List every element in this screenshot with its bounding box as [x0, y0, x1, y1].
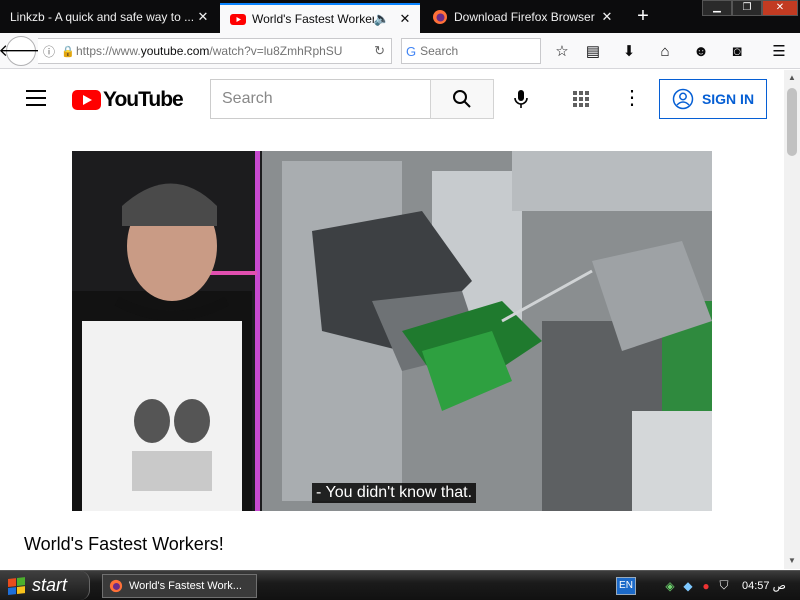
taskbar-window-label: World's Fastest Work...	[129, 580, 242, 592]
navigation-toolbar: 🡐 ⓘ 🔒 https://www.youtube.com/watch?v=lu…	[0, 33, 800, 69]
logo-text: YouTube	[103, 88, 184, 111]
search-input[interactable]: Search	[210, 79, 431, 119]
clock[interactable]: 04:57 ص	[742, 579, 786, 592]
system-tray: EN ◈ ◆ ● ⛉ 04:57 ص	[614, 571, 800, 600]
taskbar-window-button[interactable]: World's Fastest Work...	[102, 574, 257, 598]
url-text: https://www.youtube.com/watch?v=lu8ZmhRp…	[76, 44, 343, 58]
back-button[interactable]: 🡐	[0, 36, 44, 66]
close-icon[interactable]: ✕	[598, 9, 616, 25]
page-scrollbar[interactable]: ▲ ▼	[784, 70, 800, 569]
tab-strip: Linkzb - A quick and safe way to ... ✕ W…	[0, 0, 800, 33]
video-title: World's Fastest Workers!	[24, 534, 224, 554]
browser-search-field[interactable]: G Search	[401, 38, 541, 64]
youtube-favicon-icon	[230, 14, 246, 25]
sign-in-label: SIGN IN	[701, 91, 755, 107]
language-indicator[interactable]: EN	[616, 576, 636, 595]
shield-icon[interactable]: ⛉	[716, 578, 732, 594]
guide-menu-icon[interactable]	[26, 90, 46, 106]
more-vertical-icon[interactable]: ⋮	[622, 84, 642, 112]
menu-hamburger-icon[interactable]: ☰	[765, 37, 793, 65]
url-bar[interactable]: ⓘ 🔒 https://www.youtube.com/watch?v=lu8Z…	[38, 38, 392, 64]
search-button[interactable]	[430, 79, 494, 119]
minimize-button[interactable]: ▁	[702, 0, 732, 16]
voice-search-button[interactable]	[505, 83, 537, 115]
search-placeholder: Search	[222, 90, 273, 107]
sign-in-button[interactable]: SIGN IN	[659, 79, 767, 119]
close-icon[interactable]: ✕	[396, 11, 414, 27]
google-search-icon: G	[406, 43, 417, 59]
video-frame	[72, 151, 712, 511]
microphone-icon	[514, 90, 528, 108]
tab-title: Linkzb - A quick and safe way to ...	[10, 9, 194, 24]
apps-grid-icon[interactable]	[573, 91, 589, 107]
bookmark-star-icon[interactable]: ☆	[548, 37, 576, 65]
info-icon[interactable]: ⓘ	[38, 43, 60, 60]
account-icon	[672, 88, 694, 110]
reader-list-icon[interactable]: ▤	[579, 37, 607, 65]
search-icon	[453, 90, 471, 108]
scrollbar-thumb[interactable]	[787, 88, 797, 156]
search-placeholder: Search	[420, 44, 459, 58]
tab-linkzb[interactable]: Linkzb - A quick and safe way to ... ✕	[0, 0, 218, 33]
start-button[interactable]: start	[0, 571, 90, 600]
tab-youtube-video[interactable]: World's Fastest Workers!... 🔈 ✕	[220, 3, 420, 33]
emoji-addon-icon[interactable]: ☻	[687, 37, 715, 65]
new-tab-button[interactable]: +	[630, 5, 656, 29]
lock-icon[interactable]: 🔒	[60, 45, 76, 58]
maximize-button[interactable]: ❐	[732, 0, 762, 16]
speaker-icon[interactable]: 🔈	[374, 11, 390, 27]
play-logo-icon	[72, 90, 101, 110]
youtube-masthead: YouTube Search ⋮ SIGN IN	[0, 70, 784, 126]
tab-firefox-download[interactable]: Download Firefox Browser – ... ✕	[422, 0, 622, 33]
pocket-icon[interactable]: ◙	[723, 37, 751, 65]
update-icon[interactable]: ◆	[680, 578, 696, 594]
firefox-icon	[433, 9, 447, 24]
start-label: start	[32, 575, 68, 595]
windows-logo-icon	[8, 576, 26, 595]
reload-icon[interactable]: ↻	[374, 43, 385, 59]
video-subtitle: - You didn't know that.	[312, 483, 477, 503]
network-icon[interactable]: ◈	[662, 578, 678, 594]
youtube-logo[interactable]: YouTube	[72, 88, 184, 112]
firefox-icon	[109, 579, 123, 593]
tab-title: Download Firefox Browser – ...	[454, 9, 598, 24]
scroll-down-arrow-icon[interactable]: ▼	[784, 553, 800, 569]
tab-title: World's Fastest Workers!...	[252, 12, 374, 26]
antivirus-icon[interactable]: ●	[698, 578, 714, 594]
video-player[interactable]: - You didn't know that.	[72, 151, 712, 511]
home-icon[interactable]: ⌂	[651, 37, 679, 65]
window-close-button[interactable]: ✕	[762, 0, 798, 16]
close-icon[interactable]: ✕	[194, 9, 212, 25]
download-icon[interactable]: ⬇	[615, 37, 643, 65]
scroll-up-arrow-icon[interactable]: ▲	[784, 70, 800, 86]
taskbar: start World's Fastest Work... EN ◈ ◆ ● ⛉…	[0, 570, 800, 600]
